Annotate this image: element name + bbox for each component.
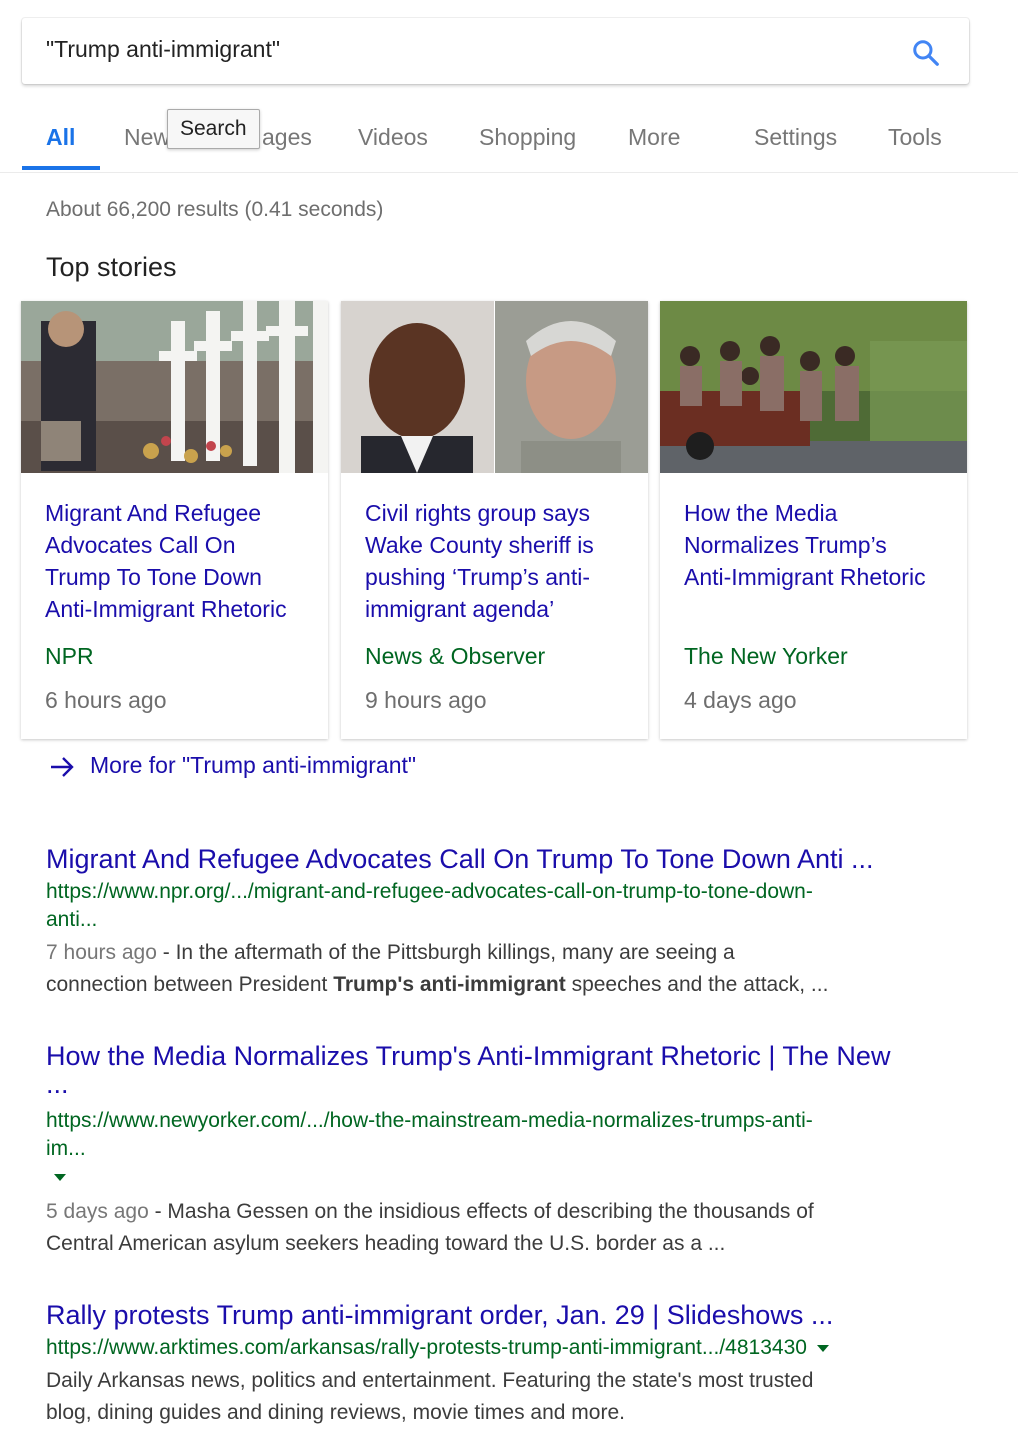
story-time: 6 hours ago xyxy=(45,687,167,713)
dropdown-caret-icon[interactable] xyxy=(54,1173,66,1181)
top-story-card[interactable]: Civil rights group says Wake County sher… xyxy=(341,301,648,739)
snippet-text: connection between President xyxy=(46,973,334,996)
search-box[interactable]: "Trump anti-immigrant" xyxy=(22,18,969,84)
snippet-text: Daily Arkansas news, politics and entert… xyxy=(46,1369,814,1392)
result-url-line[interactable]: https://www.newyorker.com/.../how-the-ma… xyxy=(46,1107,813,1135)
tab-shopping[interactable]: Shopping xyxy=(479,124,576,151)
top-story-card[interactable]: How the Media Normalizes Trump’s Anti-Im… xyxy=(660,301,967,739)
result-url-line[interactable]: anti... xyxy=(46,906,813,934)
snippet-text: - Masha Gessen on the insidious effects … xyxy=(148,1200,814,1223)
result-title[interactable]: Rally protests Trump anti-immigrant orde… xyxy=(46,1299,833,1331)
story-title-line[interactable]: Trump To Tone Down xyxy=(45,561,310,593)
dropdown-caret-icon[interactable] xyxy=(816,1344,829,1352)
tab-all[interactable]: All xyxy=(46,124,75,151)
tab-settings[interactable]: Settings xyxy=(754,124,837,151)
result-title-line[interactable]: How the Media Normalizes Trump's Anti-Im… xyxy=(46,1040,890,1072)
result-date: 5 days ago xyxy=(46,1200,149,1223)
story-source: NPR xyxy=(45,643,94,669)
more-stories-label[interactable]: More for "Trump anti-immigrant" xyxy=(90,752,416,778)
result-url[interactable]: https://www.npr.org/.../migrant-and-refu… xyxy=(46,878,813,934)
result-url[interactable]: https://www.arktimes.com/arkansas/rally-… xyxy=(46,1334,829,1362)
story-title[interactable]: Migrant And Refugee Advocates Call On Tr… xyxy=(45,497,310,625)
story-title[interactable]: Civil rights group says Wake County sher… xyxy=(365,497,630,625)
result-stats: About 66,200 results (0.41 seconds) xyxy=(46,198,384,221)
story-title-line[interactable]: Migrant And Refugee xyxy=(45,497,310,529)
result-title[interactable]: How the Media Normalizes Trump's Anti-Im… xyxy=(46,1040,890,1100)
tab-tools[interactable]: Tools xyxy=(888,124,942,151)
top-story-card[interactable]: Migrant And Refugee Advocates Call On Tr… xyxy=(21,301,328,739)
story-thumbnail-truck[interactable] xyxy=(660,301,967,473)
story-title-line[interactable]: Wake County sheriff is xyxy=(365,529,630,561)
snippet-text: speeches and the attack, ... xyxy=(565,973,829,996)
result-title-line[interactable]: ... xyxy=(46,1068,890,1100)
story-title-line[interactable]: Civil rights group says xyxy=(365,497,630,529)
result-snippet: 5 days ago - Masha Gessen on the insidio… xyxy=(46,1196,956,1260)
story-title-line[interactable]: Normalizes Trump’s xyxy=(684,529,949,561)
story-time: 9 hours ago xyxy=(365,687,487,713)
story-title[interactable]: How the Media Normalizes Trump’s Anti-Im… xyxy=(684,497,949,593)
story-source: The New Yorker xyxy=(684,643,848,669)
story-title-line[interactable]: How the Media xyxy=(684,497,949,529)
more-stories-link[interactable]: More for "Trump anti-immigrant" xyxy=(48,752,416,779)
story-thumbnail-memorial[interactable] xyxy=(21,301,328,473)
arrow-right-icon xyxy=(51,757,74,777)
search-tooltip: Search xyxy=(167,109,260,149)
result-url[interactable]: https://www.newyorker.com/.../how-the-ma… xyxy=(46,1107,813,1191)
story-title-line[interactable]: Advocates Call On xyxy=(45,529,310,561)
active-tab-indicator xyxy=(22,166,100,170)
story-thumbnail-portraits[interactable] xyxy=(341,301,648,473)
snippet-text: Central American asylum seekers heading … xyxy=(46,1232,726,1255)
story-source: News & Observer xyxy=(365,643,546,669)
result-snippet: Daily Arkansas news, politics and entert… xyxy=(46,1365,956,1429)
tab-news[interactable]: New xyxy=(124,124,170,151)
search-icon[interactable] xyxy=(911,38,941,68)
snippet-text: blog, dining guides and dining reviews, … xyxy=(46,1401,625,1424)
tab-images[interactable]: ages xyxy=(262,124,312,151)
result-url-line[interactable]: https://www.npr.org/.../migrant-and-refu… xyxy=(46,878,813,906)
story-title-line[interactable]: Anti-Immigrant Rhetoric xyxy=(684,561,949,593)
result-date: 7 hours ago xyxy=(46,941,157,964)
result-title[interactable]: Migrant And Refugee Advocates Call On Tr… xyxy=(46,843,873,875)
tab-more[interactable]: More xyxy=(628,124,680,151)
result-snippet: 7 hours ago - In the aftermath of the Pi… xyxy=(46,937,956,1001)
snippet-text: - In the aftermath of the Pittsburgh kil… xyxy=(156,941,735,964)
story-title-line[interactable]: Anti-Immigrant Rhetoric xyxy=(45,593,310,625)
result-url-line[interactable]: im... xyxy=(46,1135,813,1163)
snippet-highlight: Trump's anti-immigrant xyxy=(333,973,566,996)
search-input[interactable]: "Trump anti-immigrant" xyxy=(46,36,280,63)
search-tabs: All New ages Videos Shopping More Settin… xyxy=(0,108,1018,173)
result-url-line[interactable]: https://www.arktimes.com/arkansas/rally-… xyxy=(46,1336,807,1359)
story-title-line[interactable]: pushing ‘Trump’s anti- xyxy=(365,561,630,593)
tab-videos[interactable]: Videos xyxy=(358,124,428,151)
story-time: 4 days ago xyxy=(684,687,797,713)
story-title-line[interactable]: immigrant agenda’ xyxy=(365,593,630,625)
top-stories-heading: Top stories xyxy=(46,252,177,282)
